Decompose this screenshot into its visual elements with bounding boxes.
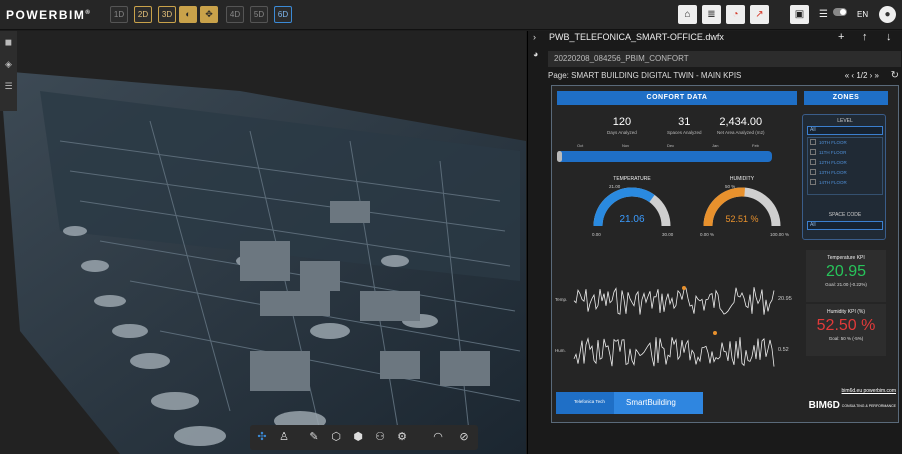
space-code-select[interactable]: All: [807, 221, 883, 230]
move-icon[interactable]: ✥: [200, 6, 218, 23]
humidity-max: 100.00 %: [770, 232, 790, 237]
temperature-value: 21.06: [619, 214, 645, 225]
arrow-down-icon[interactable]: ↓: [886, 31, 892, 43]
half-circle-icon[interactable]: ◐: [179, 6, 197, 23]
settings-icon[interactable]: ⚙: [394, 429, 410, 445]
measure-icon[interactable]: ✎: [306, 429, 322, 445]
layers-icon[interactable]: ◈: [0, 53, 17, 75]
telefonica-tech-logo: Telefonica Tech: [556, 392, 614, 414]
left-toolbar: ◼ ◈ ☰: [0, 31, 17, 111]
section-icon[interactable]: ⬡: [328, 429, 344, 445]
humidity-kpi-card: Humidity KPI (%) 52.50 % Goal: 50 % (-5%…: [806, 304, 886, 356]
space-code-label: SPACE CODE: [828, 212, 862, 218]
app-logo: POWERBIM®: [6, 8, 92, 22]
temperature-max: 30.00: [662, 232, 674, 237]
report-footer: Telefonica Tech SmartBuilding bim6d.eu p…: [552, 386, 898, 422]
bim-3d-model[interactable]: [0, 31, 526, 454]
file-name: PWB_TELEFONICA_SMART-OFFICE.dwfx: [549, 32, 724, 42]
page-label: Page:: [548, 71, 569, 80]
walk-icon[interactable]: ♙: [276, 429, 292, 445]
hum-last-value: 0.52: [778, 347, 789, 353]
explode-icon[interactable]: ⬢: [350, 429, 366, 445]
temperature-min: 0.00: [592, 232, 601, 237]
floor-item[interactable]: 13TH FLOOR: [808, 168, 882, 178]
cube-icon[interactable]: ◼: [0, 31, 17, 53]
dim-1d-button[interactable]: 1D: [110, 6, 128, 23]
temperature-kpi-card: Temperature KPI 20.95 Goal: 21.00 (-0.22…: [806, 250, 886, 302]
page-row: Page: SMART BUILDING DIGITAL TWIN - MAIN…: [548, 70, 901, 83]
temp-last-value: 20.95: [778, 296, 792, 302]
trend-icon[interactable]: ↗: [750, 5, 769, 24]
toggle-knob: [840, 9, 846, 15]
collapse-icon[interactable]: ›: [533, 32, 536, 42]
page-navigator[interactable]: « ‹ 1/2 › »: [845, 71, 879, 80]
website-links[interactable]: bim6d.eu powerbim.com: [842, 388, 896, 394]
humidity-value: 52.51 %: [725, 214, 759, 224]
add-icon[interactable]: +: [838, 31, 844, 43]
floor-item[interactable]: 10TH FLOOR: [808, 138, 882, 148]
smartbuilding-logo: SmartBuilding: [614, 392, 703, 414]
tools-icon[interactable]: ▣: [790, 5, 809, 24]
layers-icon[interactable]: ≣: [702, 5, 721, 24]
level-select[interactable]: All: [807, 126, 883, 135]
dim-6d-button[interactable]: 6D: [274, 6, 292, 23]
viewer-toolbar: ✣ ♙ ✎ ⬡ ⬢ ⚇ ⚙ ◠ ⊘: [250, 425, 478, 450]
panel-header: › PWB_TELEFONICA_SMART-OFFICE.dwfx + ↑ ↓: [528, 31, 902, 47]
toggle-switch[interactable]: [833, 8, 847, 16]
sensor-icon[interactable]: ◠: [430, 429, 446, 445]
view-name: 20220208_084256_PBIM_CONFORT: [548, 51, 901, 67]
model-viewport[interactable]: [0, 31, 526, 454]
hide-icon[interactable]: ⊘: [456, 429, 472, 445]
refresh-icon[interactable]: ↻: [891, 70, 899, 81]
temperature-series: [573, 287, 775, 315]
dim-5d-button[interactable]: 5D: [250, 6, 268, 23]
gauge-icon[interactable]: ◔: [726, 5, 745, 24]
dim-2d-button[interactable]: 2D: [134, 6, 152, 23]
pie-icon[interactable]: ◕: [533, 49, 538, 59]
home-icon[interactable]: ⌂: [678, 5, 697, 24]
avatar[interactable]: ●: [879, 6, 896, 23]
humidity-min: 0.00 %: [700, 232, 715, 237]
structure-icon[interactable]: ⚇: [372, 429, 388, 445]
arrow-up-icon[interactable]: ↑: [862, 31, 868, 43]
floor-item[interactable]: 14TH FLOOR: [808, 178, 882, 188]
bim6d-logo: BIM6D CONSULTING & PERFORMANCE: [808, 400, 896, 411]
zones-filter: LEVEL All 10TH FLOOR 11TH FLOOR 12TH FLO…: [802, 114, 886, 240]
level-label: LEVEL: [837, 118, 853, 124]
floor-list: 10TH FLOOR 11TH FLOOR 12TH FLOOR 13TH FL…: [807, 137, 883, 195]
hum-series-label: Hum.: [555, 348, 566, 353]
zones-header: ZONES: [804, 91, 888, 105]
page-title: SMART BUILDING DIGITAL TWIN - MAIN KPIS: [571, 71, 742, 80]
page-indicator: 1/2: [856, 71, 868, 80]
temp-series-label: Temp.: [555, 297, 568, 302]
humidity-series: [573, 337, 775, 367]
dim-3d-button[interactable]: 3D: [158, 6, 176, 23]
humidity-peak-marker: [713, 331, 717, 335]
floor-item[interactable]: 11TH FLOOR: [808, 148, 882, 158]
language-selector[interactable]: EN: [857, 10, 868, 19]
report-panel: › PWB_TELEFONICA_SMART-OFFICE.dwfx + ↑ ↓…: [527, 31, 902, 454]
temperature-peak-marker: [682, 286, 686, 290]
top-bar: POWERBIM® 1D 2D 3D ◐ ✥ 4D 5D 6D ⌂ ≣ ◔ ↗ …: [0, 0, 902, 30]
dim-4d-button[interactable]: 4D: [226, 6, 244, 23]
charts-canvas: [573, 187, 781, 367]
floor-item[interactable]: 12TH FLOOR: [808, 158, 882, 168]
orbit-icon[interactable]: ✣: [254, 429, 270, 445]
list-icon[interactable]: ☰: [0, 75, 17, 97]
powerbi-report: CONFORT DATA ZONES 120 Days Analyzed 31 Sp…: [551, 85, 899, 423]
database-icon[interactable]: ☰: [814, 5, 833, 24]
